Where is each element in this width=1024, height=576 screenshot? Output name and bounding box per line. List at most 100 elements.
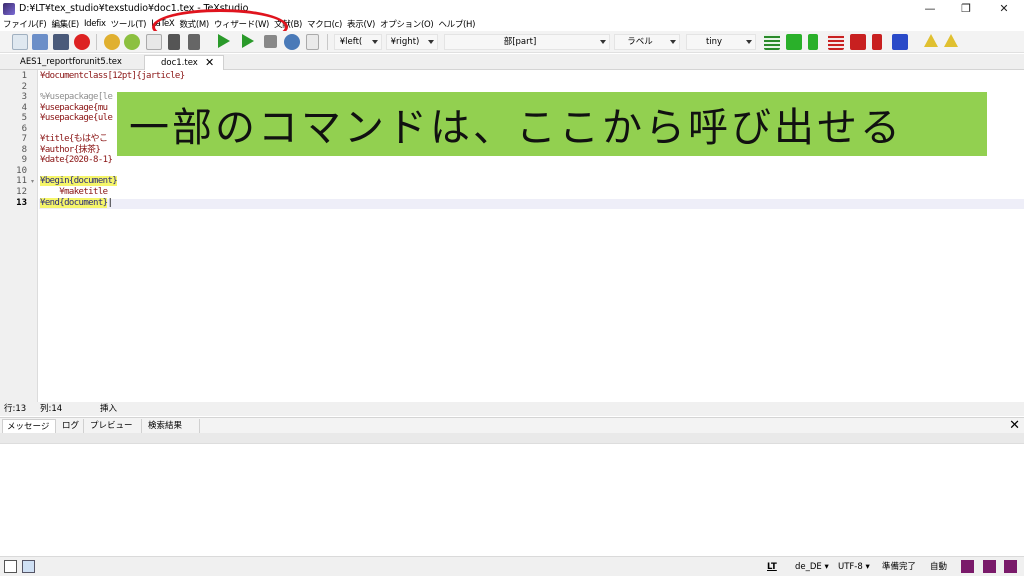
sectioning-combo[interactable]: 部[part]	[444, 34, 610, 50]
code-token: {2020-8-1}	[64, 155, 113, 165]
left-delimiter-combo[interactable]: ¥left(	[334, 34, 382, 50]
stop-icon[interactable]	[264, 35, 277, 48]
add-column-icon[interactable]	[786, 34, 802, 50]
undo-icon[interactable]	[104, 34, 120, 50]
error-icon[interactable]	[944, 34, 958, 47]
code-line: ¥begin{document}	[40, 176, 118, 186]
status-column: 列:14	[40, 404, 63, 414]
minimize-button[interactable]: —	[912, 0, 948, 17]
code-token: ¥date	[40, 155, 65, 165]
code-line: ¥end{document}|	[40, 198, 113, 208]
toolbar-separator	[327, 34, 328, 50]
code-token: [12pt]{jarticle}	[107, 71, 185, 81]
save-icon[interactable]	[53, 34, 69, 50]
menu-math[interactable]: 数式(M)	[179, 18, 209, 30]
menu-macros[interactable]: マクロ(c)	[307, 18, 342, 30]
line-number-current: 13	[16, 198, 27, 208]
tab-messages[interactable]: メッセージ	[2, 419, 56, 433]
warning-icon[interactable]	[924, 34, 938, 47]
log-icon[interactable]	[306, 34, 319, 50]
copy-icon[interactable]	[146, 34, 162, 50]
chevron-down-icon	[670, 40, 676, 44]
line-number: 10	[16, 166, 27, 176]
code-line: %¥usepackage[le	[40, 93, 113, 102]
menu-options[interactable]: オプション(O)	[380, 18, 434, 30]
menu-wizards[interactable]: ウィザード(W)	[214, 18, 269, 30]
line-number: 5	[21, 113, 27, 123]
message-panel-icon[interactable]	[22, 560, 35, 573]
line-number: 11	[16, 176, 27, 186]
restore-button[interactable]: ❐	[948, 0, 984, 17]
compile-icon[interactable]	[242, 34, 254, 48]
table-format-icon[interactable]	[892, 34, 908, 50]
code-token: ¥usepackage	[40, 103, 94, 113]
code-token: ¥usepackage	[40, 113, 94, 123]
code-line: ¥maketitle	[40, 188, 108, 197]
chevron-down-icon	[428, 40, 434, 44]
code-token: ¥end{document}	[40, 198, 108, 208]
document-tabs: AES1_reportforunit5.tex doc1.tex ✕	[0, 54, 1024, 70]
message-pane-body	[0, 444, 1024, 556]
message-pane-header	[0, 433, 1024, 444]
line-number: 7	[21, 134, 27, 144]
table-icon[interactable]	[764, 34, 780, 50]
cut-icon[interactable]	[168, 34, 180, 50]
tab-doc1[interactable]: doc1.tex ✕	[144, 55, 224, 70]
new-from-template-icon[interactable]	[32, 34, 48, 50]
view-icon[interactable]	[284, 34, 300, 50]
tab-log[interactable]: ログ	[58, 419, 84, 433]
font-size-combo[interactable]: tiny	[686, 34, 756, 50]
menu-bibliography[interactable]: 文献(B)	[274, 18, 302, 30]
code-token: ¥title	[40, 134, 70, 144]
tab-aes1-report[interactable]: AES1_reportforunit5.tex	[4, 55, 144, 70]
bookmark-icon[interactable]	[961, 560, 974, 573]
spellcheck-language[interactable]: de_DE ▾	[795, 557, 829, 576]
paste-icon[interactable]	[188, 34, 200, 50]
chevron-down-icon	[600, 40, 606, 44]
menu-tools[interactable]: ツール(T)	[111, 18, 147, 30]
status-auto[interactable]: 自動	[930, 557, 947, 576]
code-line: ¥documentclass[12pt]{jarticle}	[40, 72, 185, 81]
window-title: D:¥LT¥tex_studio¥texstudio¥doc1.tex - Te…	[19, 3, 249, 14]
new-file-icon[interactable]	[12, 34, 28, 50]
build-and-view-icon[interactable]	[218, 34, 230, 48]
remove-column-icon[interactable]	[808, 34, 818, 50]
align-icon[interactable]	[872, 34, 882, 50]
close-button[interactable]: ✕	[986, 0, 1022, 17]
close-file-icon[interactable]	[74, 34, 90, 50]
line-number: 6	[21, 124, 27, 134]
fold-arrow-icon[interactable]: ▾	[31, 178, 34, 185]
message-pane-tabs: メッセージ ログ プレビュー 検索結果 ✕	[0, 417, 1024, 433]
menu-file[interactable]: ファイル(F)	[3, 18, 47, 30]
code-token: ¥begin{document}	[40, 176, 118, 186]
structure-panel-icon[interactable]	[4, 560, 17, 573]
code-token: {mu	[93, 103, 108, 113]
menu-edit[interactable]: 編集(E)	[51, 18, 79, 30]
line-number: 1	[21, 71, 27, 81]
menu-latex[interactable]: LaTeX	[151, 19, 175, 29]
title-bar: D:¥LT¥tex_studio¥texstudio¥doc1.tex - Te…	[0, 0, 1024, 17]
menu-idefix[interactable]: Idefix	[84, 19, 106, 29]
current-line-highlight	[39, 199, 1024, 209]
bookmark-next-icon[interactable]	[983, 560, 996, 573]
add-row-icon[interactable]	[828, 34, 844, 50]
annotation-caption: 一部のコマンドは、ここから呼び出せる	[117, 92, 987, 156]
redo-icon[interactable]	[124, 34, 140, 50]
status-insert-mode[interactable]: 挿入	[100, 402, 117, 416]
chevron-down-icon	[746, 40, 752, 44]
languagetool-status[interactable]: LT	[767, 557, 777, 576]
label-combo[interactable]: ラベル	[614, 34, 680, 50]
right-delimiter-combo[interactable]: ¥right)	[386, 34, 438, 50]
menu-view[interactable]: 表示(V)	[347, 18, 375, 30]
close-tab-icon[interactable]: ✕	[205, 56, 214, 70]
remove-row-icon[interactable]	[850, 34, 866, 50]
code-line: ¥usepackage{ule	[40, 113, 113, 123]
close-pane-icon[interactable]: ✕	[1009, 418, 1020, 433]
tab-preview[interactable]: プレビュー	[86, 419, 142, 433]
code-line: ¥title{もはやこ	[40, 134, 108, 144]
code-line: ¥author{抹茶}	[40, 146, 101, 155]
bookmark-prev-icon[interactable]	[1004, 560, 1017, 573]
menu-help[interactable]: ヘルプ(H)	[438, 18, 475, 30]
encoding-selector[interactable]: UTF-8 ▾	[838, 557, 870, 576]
tab-search-results[interactable]: 検索結果	[144, 419, 200, 433]
